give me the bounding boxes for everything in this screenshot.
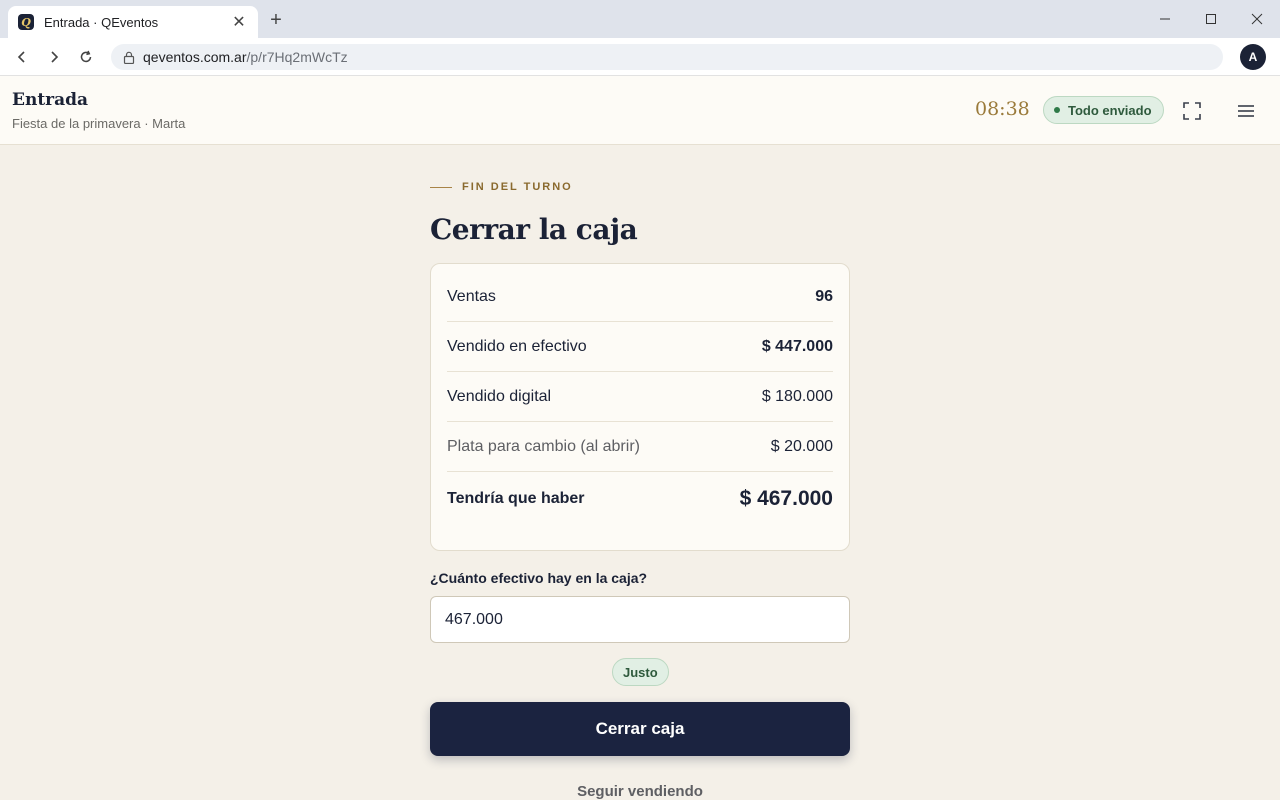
summary-label: Tendría que haber [447,490,585,507]
section-title: Cerrar la caja [430,213,638,246]
tab-close-icon[interactable]: ✕ [230,12,248,32]
url-path: /p/r7Hq2mWcTz [246,49,348,65]
summary-label: Vendido en efectivo [447,337,587,355]
minimize-icon[interactable] [1153,8,1177,30]
reload-icon[interactable] [75,46,97,68]
close-window-icon[interactable] [1245,8,1269,30]
browser-toolbar: qeventos.com.ar/p/r7Hq2mWcTz A [0,38,1280,76]
summary-row-cash-sold: Vendido en efectivo $ 447.000 [447,322,833,372]
summary-value: $ 20.000 [770,437,833,455]
summary-value: 96 [815,287,833,305]
summary-value: $ 467.000 [739,487,833,510]
app-header: Entrada Fiesta de la primavera · Marta 0… [0,76,1280,145]
eyebrow-label: FIN DEL TURNO [462,181,573,193]
url-host: qeventos.com.ar [143,49,247,65]
summary-row-digital-sold: Vendido digital $ 180.000 [447,372,833,422]
section-eyebrow: FIN DEL TURNO [430,181,573,193]
difference-status-badge: Justo [612,658,669,686]
summary-label: Vendido digital [447,387,552,405]
status-dot-icon [1054,107,1060,113]
fullscreen-icon[interactable] [1181,100,1203,122]
clock: 08:38 [975,98,1030,120]
summary-label: Ventas [447,287,496,305]
lock-icon [123,51,135,64]
page-title: Entrada [12,90,89,110]
continue-selling-link[interactable]: Seguir vendiendo [430,783,850,800]
tab-title: Entrada · QEventos [44,14,159,30]
summary-value: $ 180.000 [761,387,833,405]
summary-row-sales: Ventas 96 [447,272,833,322]
cash-count-input[interactable] [430,596,850,643]
event-subtitle: Fiesta de la primavera · Marta [12,116,186,131]
close-register-button[interactable]: Cerrar caja [430,702,850,756]
browser-tabbar: Q Entrada · QEventos ✕ + [0,0,1280,38]
eyebrow-divider [430,186,452,188]
maximize-icon[interactable] [1199,8,1223,30]
summary-label: Plata para cambio (al abrir) [447,437,640,455]
summary-value: $ 447.000 [761,337,833,355]
address-bar[interactable]: qeventos.com.ar/p/r7Hq2mWcTz [111,44,1223,70]
profile-avatar[interactable]: A [1240,44,1266,70]
cash-summary-card: Ventas 96 Vendido en efectivo $ 447.000 … [430,263,850,551]
forward-icon[interactable] [43,46,65,68]
menu-icon[interactable] [1235,100,1257,122]
sync-status-label: Todo enviado [1068,102,1152,118]
new-tab-plus-icon[interactable]: + [266,10,286,30]
sync-status-badge: Todo enviado [1043,96,1164,124]
summary-row-change-float: Plata para cambio (al abrir) $ 20.000 [447,422,833,472]
back-icon[interactable] [11,46,33,68]
qeventos-favicon-icon: Q [18,14,34,30]
cash-count-label: ¿Cuánto efectivo hay en la caja? [430,570,648,586]
browser-tab[interactable]: Q Entrada · QEventos ✕ [8,6,258,38]
summary-row-expected-total: Tendría que haber $ 467.000 [447,472,833,526]
